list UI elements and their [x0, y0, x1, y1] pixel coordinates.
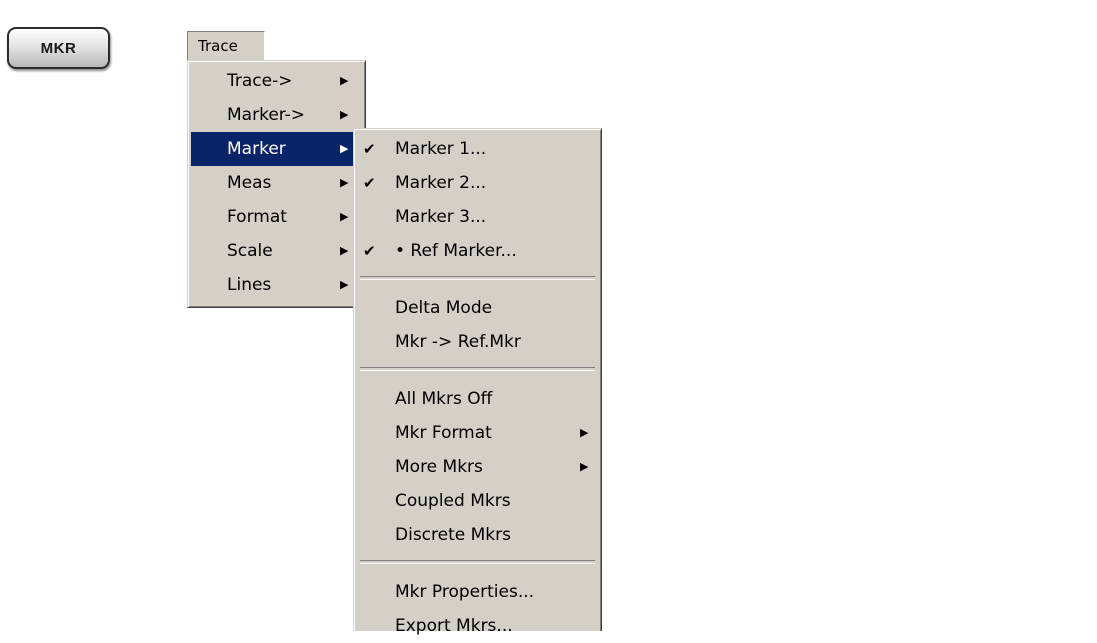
menu-item-label: Marker 3...	[395, 207, 487, 227]
menu-item-mkr-to-ref-mkr[interactable]: Mkr -> Ref.Mkr	[357, 325, 598, 359]
menu-item-marker-1[interactable]: ✔ Marker 1...	[357, 132, 598, 166]
menu-item-label: Scale	[227, 241, 273, 261]
menu-item-label: Marker 1...	[395, 139, 487, 159]
menu-item-more-mkrs[interactable]: More Mkrs ▶	[357, 450, 598, 484]
submenu-arrow-icon: ▶	[340, 108, 349, 121]
menu-item-label: More Mkrs	[395, 457, 483, 477]
trace-menu: Trace-> ▶ Marker-> ▶ Marker ▶ Meas ▶ For…	[187, 60, 366, 308]
menu-item-label: All Mkrs Off	[395, 389, 493, 409]
submenu-arrow-icon: ▶	[340, 278, 349, 291]
submenu-arrow-icon: ▶	[580, 426, 589, 439]
menu-separator	[360, 367, 595, 371]
menu-item-mkr-properties[interactable]: Mkr Properties...	[357, 575, 598, 609]
menu-separator	[360, 560, 595, 564]
menu-item-format[interactable]: Format ▶	[191, 200, 362, 234]
menu-separator	[360, 276, 595, 280]
checkmark-icon: ✔	[363, 174, 376, 192]
menu-item-lines[interactable]: Lines ▶	[191, 268, 362, 302]
checkmark-icon: ✔	[363, 140, 376, 158]
menu-item-marker-3[interactable]: Marker 3...	[357, 200, 598, 234]
menu-item-label: Coupled Mkrs	[395, 491, 511, 511]
menu-item-label: Meas	[227, 173, 272, 193]
menu-item-all-mkrs-off[interactable]: All Mkrs Off	[357, 382, 598, 416]
menu-item-label: Delta Mode	[395, 298, 493, 318]
menu-item-label: Export Mkrs...	[395, 616, 513, 636]
menu-item-label: Mkr Format	[395, 423, 492, 443]
menu-item-marker-2[interactable]: ✔ Marker 2...	[357, 166, 598, 200]
menu-item-label: Lines	[227, 275, 272, 295]
marker-submenu: ✔ Marker 1... ✔ Marker 2... Marker 3... …	[353, 128, 602, 636]
menu-item-trace-arrow[interactable]: Trace-> ▶	[191, 64, 362, 98]
menu-item-export-mkrs[interactable]: Export Mkrs...	[357, 609, 598, 643]
submenu-arrow-icon: ▶	[340, 210, 349, 223]
menu-item-ref-marker[interactable]: ✔ • Ref Marker...	[357, 234, 598, 268]
menu-item-coupled-mkrs[interactable]: Coupled Mkrs	[357, 484, 598, 518]
submenu-arrow-icon: ▶	[340, 74, 349, 87]
menu-item-label: Discrete Mkrs	[395, 525, 511, 545]
menu-item-scale[interactable]: Scale ▶	[191, 234, 362, 268]
menu-item-label: Mkr -> Ref.Mkr	[395, 332, 521, 352]
mkr-hardkey-button[interactable]: MKR	[7, 27, 110, 69]
menu-item-mkr-format[interactable]: Mkr Format ▶	[357, 416, 598, 450]
menu-item-label: Format	[227, 207, 287, 227]
submenu-arrow-icon: ▶	[340, 142, 349, 155]
menubar-trace[interactable]: Trace	[187, 31, 265, 60]
menu-item-label: • Ref Marker...	[395, 241, 517, 261]
submenu-arrow-icon: ▶	[340, 244, 349, 257]
checkmark-icon: ✔	[363, 242, 376, 260]
menu-item-meas[interactable]: Meas ▶	[191, 166, 362, 200]
submenu-arrow-icon: ▶	[580, 460, 589, 473]
menu-item-marker[interactable]: Marker ▶	[191, 132, 362, 166]
menu-item-label: Mkr Properties...	[395, 582, 535, 602]
menu-item-marker-arrow[interactable]: Marker-> ▶	[191, 98, 362, 132]
menu-item-discrete-mkrs[interactable]: Discrete Mkrs	[357, 518, 598, 552]
menu-item-delta-mode[interactable]: Delta Mode	[357, 291, 598, 325]
submenu-arrow-icon: ▶	[340, 176, 349, 189]
menu-item-label: Marker 2...	[395, 173, 487, 193]
menu-item-label: Marker->	[227, 105, 306, 125]
menu-item-label: Trace->	[227, 71, 293, 91]
menu-item-label: Marker	[227, 139, 286, 159]
